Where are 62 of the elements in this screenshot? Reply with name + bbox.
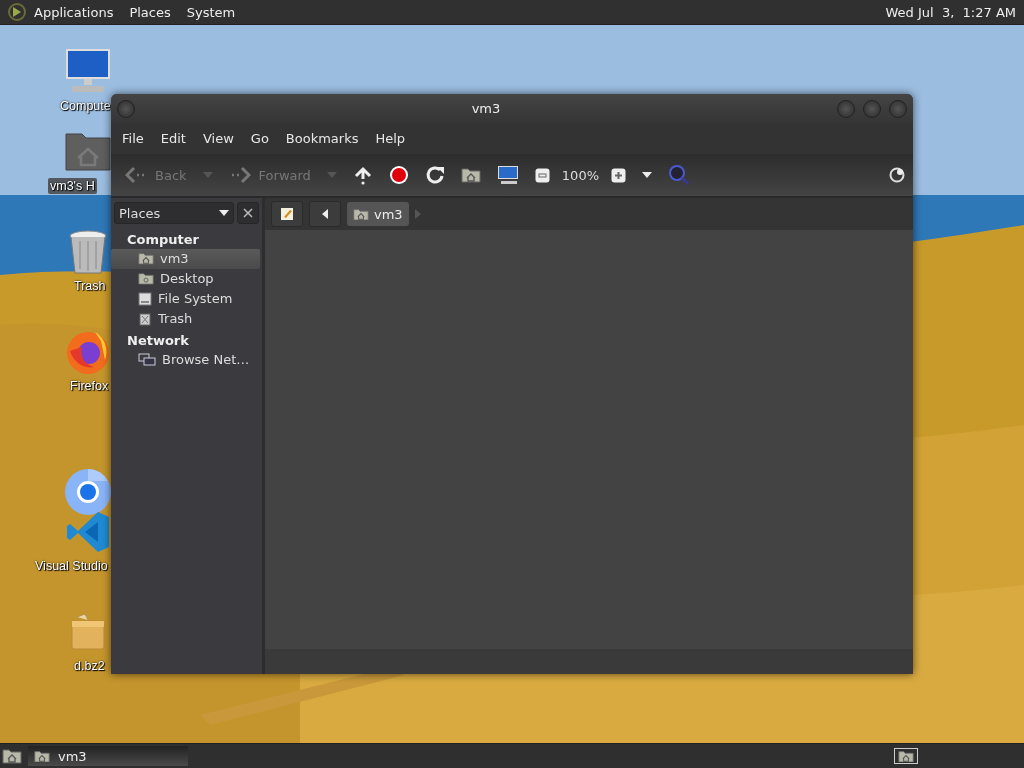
edit-location-button[interactable] bbox=[271, 201, 303, 227]
caret-icon bbox=[326, 172, 337, 178]
chromium-icon bbox=[64, 468, 112, 516]
reload-icon bbox=[424, 165, 445, 185]
computer-icon bbox=[64, 48, 112, 94]
left-arrow-icon bbox=[125, 166, 147, 184]
zoom-in-icon bbox=[611, 167, 626, 183]
menu-item[interactable]: View bbox=[195, 128, 241, 149]
firefox-icon bbox=[65, 329, 111, 375]
sidebar-heading: Network bbox=[126, 332, 190, 350]
menu-item[interactable]: Edit bbox=[153, 128, 193, 149]
menu-item[interactable]: File bbox=[115, 128, 151, 149]
close-icon bbox=[243, 208, 253, 218]
trash-icon bbox=[138, 311, 152, 326]
caret-icon bbox=[202, 172, 213, 178]
sidebar-item[interactable]: File System bbox=[111, 289, 260, 309]
scroll-left-button[interactable] bbox=[309, 201, 341, 227]
network-icon bbox=[138, 352, 156, 367]
home-folder-icon bbox=[460, 167, 481, 183]
sidebar-selector[interactable]: Places bbox=[114, 202, 234, 224]
home-folder-icon bbox=[138, 252, 154, 265]
menu-item[interactable]: Go bbox=[243, 128, 276, 149]
panel-menu[interactable]: Applications bbox=[34, 4, 114, 20]
desktop-folder-icon bbox=[2, 748, 22, 764]
workspace-switcher[interactable] bbox=[894, 747, 918, 765]
pencil-note-icon bbox=[280, 207, 294, 221]
computer-icon bbox=[496, 165, 519, 185]
drive-icon bbox=[138, 291, 152, 306]
search-icon bbox=[668, 164, 690, 186]
menu-item[interactable]: Help bbox=[368, 128, 413, 149]
sidebar-item[interactable]: vm3 bbox=[111, 249, 260, 269]
home-folder-icon bbox=[34, 749, 50, 763]
home-folder-icon bbox=[65, 131, 111, 171]
desktop-icon-label[interactable]: vm3's H bbox=[48, 178, 97, 194]
sidebar-item[interactable]: Trash bbox=[111, 309, 260, 329]
vscode-icon bbox=[66, 511, 110, 553]
stop-icon bbox=[388, 165, 409, 185]
left-arrow-icon bbox=[322, 209, 328, 219]
home-folder-icon bbox=[353, 207, 369, 221]
close-sidebar-button[interactable] bbox=[237, 202, 259, 224]
panel-menu[interactable]: System bbox=[186, 4, 236, 20]
zoom-level: 100% bbox=[560, 167, 600, 183]
up-arrow-icon bbox=[352, 165, 373, 185]
caret-icon bbox=[642, 172, 652, 178]
logo-icon bbox=[8, 3, 26, 21]
window-title: vm3 bbox=[470, 101, 502, 116]
sidebar-item[interactable]: Desktop bbox=[111, 269, 260, 289]
zoom-out-icon bbox=[534, 167, 550, 183]
folder-icon bbox=[138, 272, 154, 285]
panel-menu[interactable]: Places bbox=[129, 4, 171, 20]
clock[interactable]: Wed Jul 3, 1:27 AM bbox=[885, 4, 1016, 20]
sidebar-heading: Computer bbox=[126, 231, 201, 249]
home-folder-icon bbox=[898, 749, 914, 763]
caret-icon bbox=[219, 210, 229, 216]
taskbar-item[interactable]: vm3 bbox=[28, 746, 188, 766]
trash-icon bbox=[68, 229, 108, 275]
show-desktop-button[interactable] bbox=[2, 748, 22, 764]
sidebar-item[interactable]: Browse Net… bbox=[111, 350, 260, 370]
menu-item[interactable]: Bookmarks bbox=[278, 128, 366, 149]
activity-spinner-icon bbox=[889, 167, 905, 183]
archive-icon bbox=[71, 613, 105, 651]
path-crumb[interactable]: vm3 bbox=[347, 202, 409, 226]
